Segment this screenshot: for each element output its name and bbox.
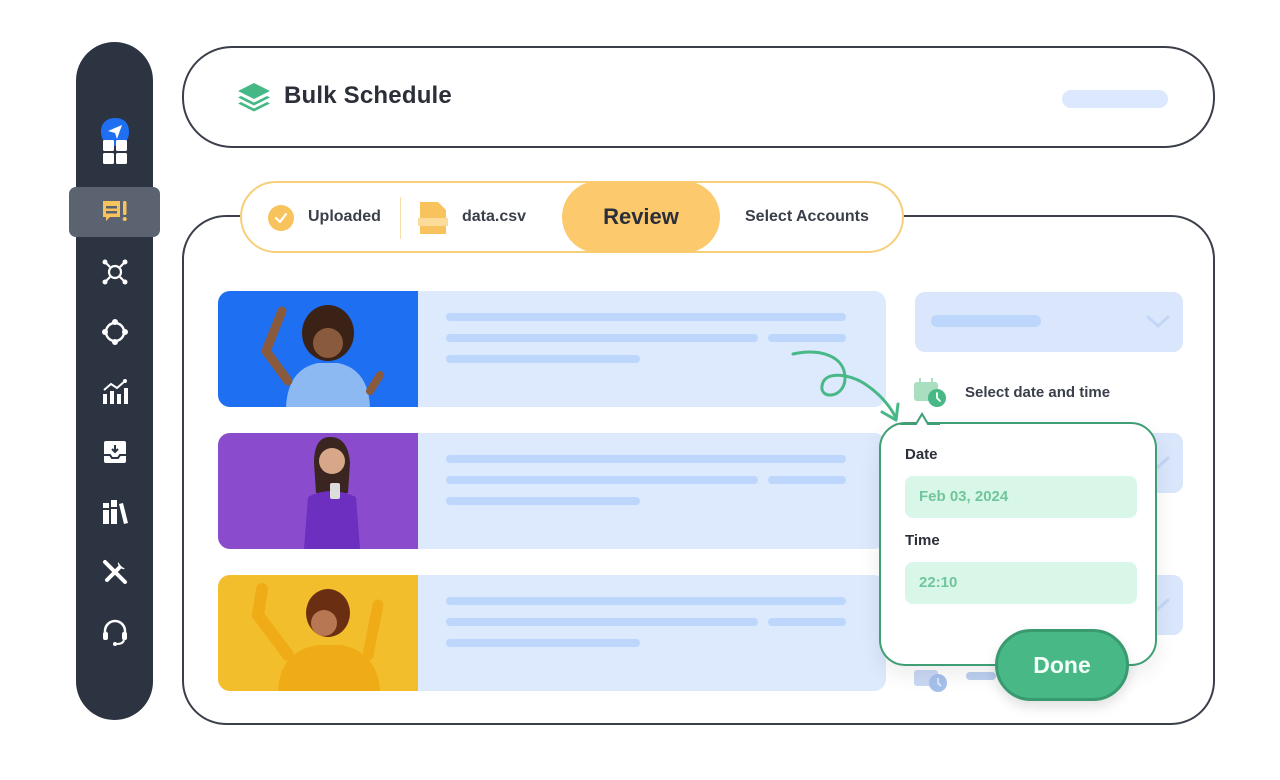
text-placeholder bbox=[446, 618, 758, 626]
inbox-icon bbox=[103, 441, 126, 463]
schedule-placeholder-bar bbox=[966, 672, 996, 680]
network-icon bbox=[102, 259, 127, 285]
sidebar-item-dashboard[interactable] bbox=[76, 127, 153, 177]
header-card: Bulk Schedule bbox=[182, 46, 1215, 148]
engage-icon bbox=[101, 319, 128, 345]
text-placeholder bbox=[768, 476, 846, 484]
post-row[interactable] bbox=[218, 575, 886, 691]
select-date-time-label: Select date and time bbox=[965, 384, 1111, 401]
curved-arrow-icon bbox=[791, 350, 900, 422]
text-placeholder bbox=[446, 355, 640, 363]
sidebar-item-library[interactable] bbox=[76, 487, 153, 537]
popup-notch bbox=[900, 412, 940, 425]
sidebar-item-tools[interactable] bbox=[76, 547, 153, 597]
text-placeholder bbox=[446, 639, 640, 647]
sidebar-item-support[interactable] bbox=[76, 607, 153, 657]
support-icon bbox=[102, 619, 127, 646]
account-dropdown[interactable] bbox=[915, 292, 1183, 352]
layers-icon bbox=[238, 83, 270, 112]
post-row[interactable] bbox=[218, 433, 886, 549]
header-placeholder-bar bbox=[1062, 90, 1168, 108]
post-row[interactable] bbox=[218, 291, 886, 407]
time-label: Time bbox=[905, 532, 940, 549]
step-divider bbox=[400, 197, 401, 239]
text-placeholder bbox=[768, 334, 846, 342]
date-input[interactable] bbox=[905, 476, 1137, 518]
sidebar-item-publish[interactable] bbox=[69, 187, 160, 237]
tools-icon bbox=[102, 560, 127, 584]
library-icon bbox=[102, 500, 128, 524]
text-placeholder bbox=[446, 334, 758, 342]
sidebar-item-inbox[interactable] bbox=[76, 427, 153, 477]
post-image bbox=[218, 291, 418, 407]
analytics-icon bbox=[102, 379, 128, 404]
date-time-popup: Date Time bbox=[879, 422, 1157, 666]
post-image bbox=[218, 433, 418, 549]
calendar-clock-icon bbox=[914, 670, 947, 692]
done-button[interactable]: Done bbox=[995, 629, 1129, 701]
text-placeholder bbox=[446, 313, 846, 321]
text-placeholder bbox=[446, 476, 758, 484]
dropdown-value-placeholder bbox=[931, 315, 1041, 327]
check-icon bbox=[268, 205, 294, 231]
sidebar bbox=[69, 42, 160, 720]
sidebar-item-network[interactable] bbox=[76, 247, 153, 297]
step-review-current[interactable]: Review bbox=[562, 181, 720, 253]
text-placeholder bbox=[768, 618, 846, 626]
date-label: Date bbox=[905, 446, 938, 463]
sidebar-item-analytics[interactable] bbox=[76, 367, 153, 417]
sidebar-item-engage[interactable] bbox=[76, 307, 153, 357]
text-placeholder bbox=[446, 597, 846, 605]
file-icon bbox=[418, 202, 448, 234]
dashboard-icon bbox=[102, 140, 127, 164]
chevron-down-icon bbox=[1146, 315, 1170, 329]
calendar-clock-icon bbox=[914, 378, 946, 407]
step-uploaded[interactable]: Uploaded bbox=[308, 208, 381, 226]
text-placeholder bbox=[446, 455, 846, 463]
step-file-name: data.csv bbox=[462, 208, 527, 225]
time-input[interactable] bbox=[905, 562, 1137, 604]
page-title: Bulk Schedule bbox=[284, 82, 452, 109]
text-placeholder bbox=[446, 497, 640, 505]
post-image bbox=[218, 575, 418, 691]
progress-steps: Uploaded data.csv Review Select Accounts bbox=[240, 181, 904, 253]
step-select-accounts[interactable]: Select Accounts bbox=[745, 208, 869, 226]
publish-icon bbox=[102, 201, 127, 221]
